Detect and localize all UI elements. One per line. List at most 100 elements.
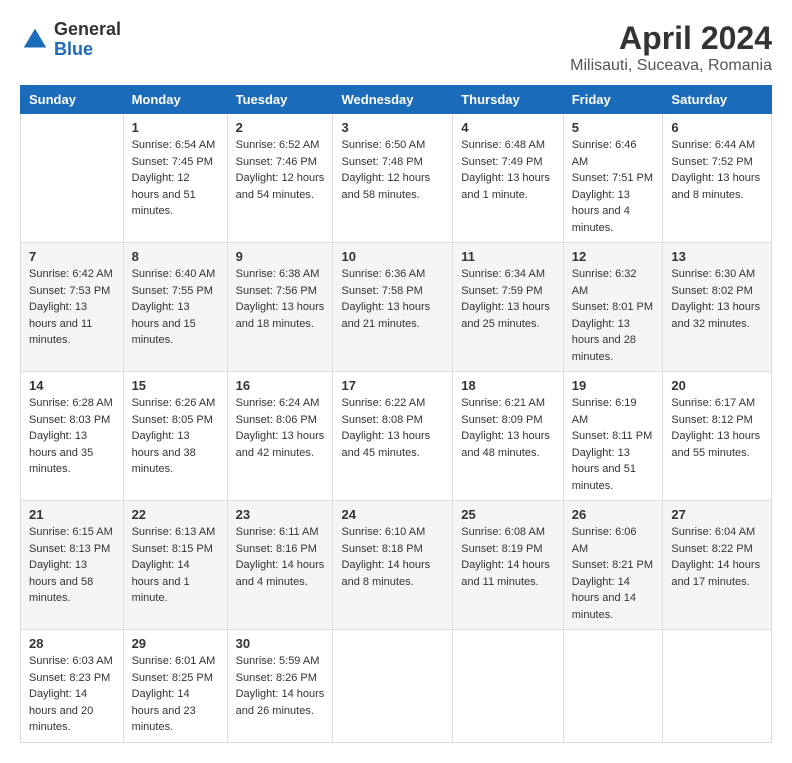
day-number: 1 bbox=[132, 120, 219, 135]
calendar-cell: 14 Sunrise: 6:28 AMSunset: 8:03 PMDayligh… bbox=[21, 372, 124, 501]
day-info: Sunrise: 6:19 AMSunset: 8:11 PMDaylight:… bbox=[572, 395, 655, 494]
day-info: Sunrise: 6:50 AMSunset: 7:48 PMDaylight:… bbox=[341, 137, 444, 203]
day-info: Sunrise: 6:34 AMSunset: 7:59 PMDaylight:… bbox=[461, 266, 554, 332]
day-info: Sunrise: 6:26 AMSunset: 8:05 PMDaylight:… bbox=[132, 395, 219, 478]
day-number: 5 bbox=[572, 120, 655, 135]
day-number: 18 bbox=[461, 378, 554, 393]
day-info: Sunrise: 6:46 AMSunset: 7:51 PMDaylight:… bbox=[572, 137, 655, 236]
calendar-cell: 24 Sunrise: 6:10 AMSunset: 8:18 PMDayligh… bbox=[333, 501, 453, 630]
month-title: April 2024 bbox=[570, 20, 772, 57]
day-number: 7 bbox=[29, 249, 115, 264]
calendar-cell: 21 Sunrise: 6:15 AMSunset: 8:13 PMDayligh… bbox=[21, 501, 124, 630]
day-info: Sunrise: 6:22 AMSunset: 8:08 PMDaylight:… bbox=[341, 395, 444, 461]
day-info: Sunrise: 6:10 AMSunset: 8:18 PMDaylight:… bbox=[341, 524, 444, 590]
calendar-cell: 29Sunrise: 6:01 AMSunset: 8:25 PMDayligh… bbox=[123, 630, 227, 743]
calendar-cell: 10 Sunrise: 6:36 AMSunset: 7:58 PMDayligh… bbox=[333, 243, 453, 372]
calendar-cell bbox=[333, 630, 453, 743]
calendar-cell: 27 Sunrise: 6:04 AMSunset: 8:22 PMDayligh… bbox=[663, 501, 772, 630]
day-header-tuesday: Tuesday bbox=[227, 86, 333, 114]
logo: General Blue bbox=[20, 20, 121, 60]
day-number: 13 bbox=[671, 249, 763, 264]
calendar-week-row: 7 Sunrise: 6:42 AMSunset: 7:53 PMDaylight… bbox=[21, 243, 772, 372]
calendar-cell: 8 Sunrise: 6:40 AMSunset: 7:55 PMDaylight… bbox=[123, 243, 227, 372]
day-info: Sunrise: 6:32 AMSunset: 8:01 PMDaylight:… bbox=[572, 266, 655, 365]
calendar-cell: 13 Sunrise: 6:30 AMSunset: 8:02 PMDayligh… bbox=[663, 243, 772, 372]
day-info: Sunrise: 6:15 AMSunset: 8:13 PMDaylight:… bbox=[29, 524, 115, 607]
day-info: Sunrise: 6:52 AMSunset: 7:46 PMDaylight:… bbox=[236, 137, 325, 203]
calendar-week-row: 21 Sunrise: 6:15 AMSunset: 8:13 PMDayligh… bbox=[21, 501, 772, 630]
day-number: 20 bbox=[671, 378, 763, 393]
calendar-week-row: 28Sunrise: 6:03 AMSunset: 8:23 PMDayligh… bbox=[21, 630, 772, 743]
calendar-cell: 28Sunrise: 6:03 AMSunset: 8:23 PMDayligh… bbox=[21, 630, 124, 743]
day-info: Sunrise: 6:24 AMSunset: 8:06 PMDaylight:… bbox=[236, 395, 325, 461]
calendar-cell: 5 Sunrise: 6:46 AMSunset: 7:51 PMDaylight… bbox=[563, 114, 663, 243]
logo-icon bbox=[20, 25, 50, 55]
calendar-cell: 26 Sunrise: 6:06 AMSunset: 8:21 PMDayligh… bbox=[563, 501, 663, 630]
day-number: 4 bbox=[461, 120, 554, 135]
day-header-wednesday: Wednesday bbox=[333, 86, 453, 114]
day-info: Sunrise: 6:11 AMSunset: 8:16 PMDaylight:… bbox=[236, 524, 325, 590]
calendar-cell: 9Sunrise: 6:38 AMSunset: 7:56 PMDaylight… bbox=[227, 243, 333, 372]
title-block: April 2024 Milisauti, Suceava, Romania bbox=[570, 20, 772, 75]
calendar-table: SundayMondayTuesdayWednesdayThursdayFrid… bbox=[20, 85, 772, 743]
day-header-saturday: Saturday bbox=[663, 86, 772, 114]
day-info: Sunrise: 6:44 AMSunset: 7:52 PMDaylight:… bbox=[671, 137, 763, 203]
day-number: 26 bbox=[572, 507, 655, 522]
day-info: Sunrise: 6:06 AMSunset: 8:21 PMDaylight:… bbox=[572, 524, 655, 623]
calendar-cell: 15Sunrise: 6:26 AMSunset: 8:05 PMDayligh… bbox=[123, 372, 227, 501]
logo-blue: Blue bbox=[54, 40, 121, 60]
calendar-cell: 7 Sunrise: 6:42 AMSunset: 7:53 PMDaylight… bbox=[21, 243, 124, 372]
calendar-cell: 17 Sunrise: 6:22 AMSunset: 8:08 PMDayligh… bbox=[333, 372, 453, 501]
calendar-cell: 18 Sunrise: 6:21 AMSunset: 8:09 PMDayligh… bbox=[453, 372, 563, 501]
day-info: Sunrise: 6:01 AMSunset: 8:25 PMDaylight:… bbox=[132, 653, 219, 736]
calendar-cell: 1 Sunrise: 6:54 AMSunset: 7:45 PMDaylight… bbox=[123, 114, 227, 243]
day-number: 22 bbox=[132, 507, 219, 522]
calendar-header-row: SundayMondayTuesdayWednesdayThursdayFrid… bbox=[21, 86, 772, 114]
calendar-cell bbox=[453, 630, 563, 743]
calendar-cell: 4 Sunrise: 6:48 AMSunset: 7:49 PMDaylight… bbox=[453, 114, 563, 243]
day-header-monday: Monday bbox=[123, 86, 227, 114]
day-number: 10 bbox=[341, 249, 444, 264]
day-info: Sunrise: 6:08 AMSunset: 8:19 PMDaylight:… bbox=[461, 524, 554, 590]
day-number: 11 bbox=[461, 249, 554, 264]
day-info: Sunrise: 6:21 AMSunset: 8:09 PMDaylight:… bbox=[461, 395, 554, 461]
day-number: 14 bbox=[29, 378, 115, 393]
calendar-cell: 20Sunrise: 6:17 AMSunset: 8:12 PMDayligh… bbox=[663, 372, 772, 501]
calendar-cell: 11 Sunrise: 6:34 AMSunset: 7:59 PMDayligh… bbox=[453, 243, 563, 372]
day-number: 17 bbox=[341, 378, 444, 393]
day-number: 16 bbox=[236, 378, 325, 393]
day-info: Sunrise: 6:42 AMSunset: 7:53 PMDaylight:… bbox=[29, 266, 115, 349]
location-title: Milisauti, Suceava, Romania bbox=[570, 57, 772, 75]
day-info: Sunrise: 6:48 AMSunset: 7:49 PMDaylight:… bbox=[461, 137, 554, 203]
calendar-cell bbox=[563, 630, 663, 743]
calendar-week-row: 14 Sunrise: 6:28 AMSunset: 8:03 PMDayligh… bbox=[21, 372, 772, 501]
day-info: Sunrise: 6:28 AMSunset: 8:03 PMDaylight:… bbox=[29, 395, 115, 478]
day-number: 24 bbox=[341, 507, 444, 522]
calendar-week-row: 1 Sunrise: 6:54 AMSunset: 7:45 PMDaylight… bbox=[21, 114, 772, 243]
calendar-cell: 6Sunrise: 6:44 AMSunset: 7:52 PMDaylight… bbox=[663, 114, 772, 243]
day-info: Sunrise: 6:38 AMSunset: 7:56 PMDaylight:… bbox=[236, 266, 325, 332]
day-header-sunday: Sunday bbox=[21, 86, 124, 114]
day-info: Sunrise: 6:03 AMSunset: 8:23 PMDaylight:… bbox=[29, 653, 115, 736]
calendar-cell: 12 Sunrise: 6:32 AMSunset: 8:01 PMDayligh… bbox=[563, 243, 663, 372]
day-number: 2 bbox=[236, 120, 325, 135]
calendar-cell: 22Sunrise: 6:13 AMSunset: 8:15 PMDayligh… bbox=[123, 501, 227, 630]
day-info: Sunrise: 6:04 AMSunset: 8:22 PMDaylight:… bbox=[671, 524, 763, 590]
calendar-cell: 2 Sunrise: 6:52 AMSunset: 7:46 PMDaylight… bbox=[227, 114, 333, 243]
day-number: 27 bbox=[671, 507, 763, 522]
day-info: Sunrise: 6:36 AMSunset: 7:58 PMDaylight:… bbox=[341, 266, 444, 332]
day-number: 21 bbox=[29, 507, 115, 522]
day-number: 3 bbox=[341, 120, 444, 135]
logo-text: General Blue bbox=[54, 20, 121, 60]
logo-general: General bbox=[54, 20, 121, 40]
day-info: Sunrise: 6:40 AMSunset: 7:55 PMDaylight:… bbox=[132, 266, 219, 349]
day-info: Sunrise: 6:30 AMSunset: 8:02 PMDaylight:… bbox=[671, 266, 763, 332]
page-header: General Blue April 2024 Milisauti, Sucea… bbox=[20, 20, 772, 75]
day-number: 30 bbox=[236, 636, 325, 651]
day-info: Sunrise: 5:59 AMSunset: 8:26 PMDaylight:… bbox=[236, 653, 325, 719]
day-number: 8 bbox=[132, 249, 219, 264]
day-header-thursday: Thursday bbox=[453, 86, 563, 114]
day-info: Sunrise: 6:54 AMSunset: 7:45 PMDaylight:… bbox=[132, 137, 219, 220]
day-number: 12 bbox=[572, 249, 655, 264]
calendar-cell bbox=[663, 630, 772, 743]
